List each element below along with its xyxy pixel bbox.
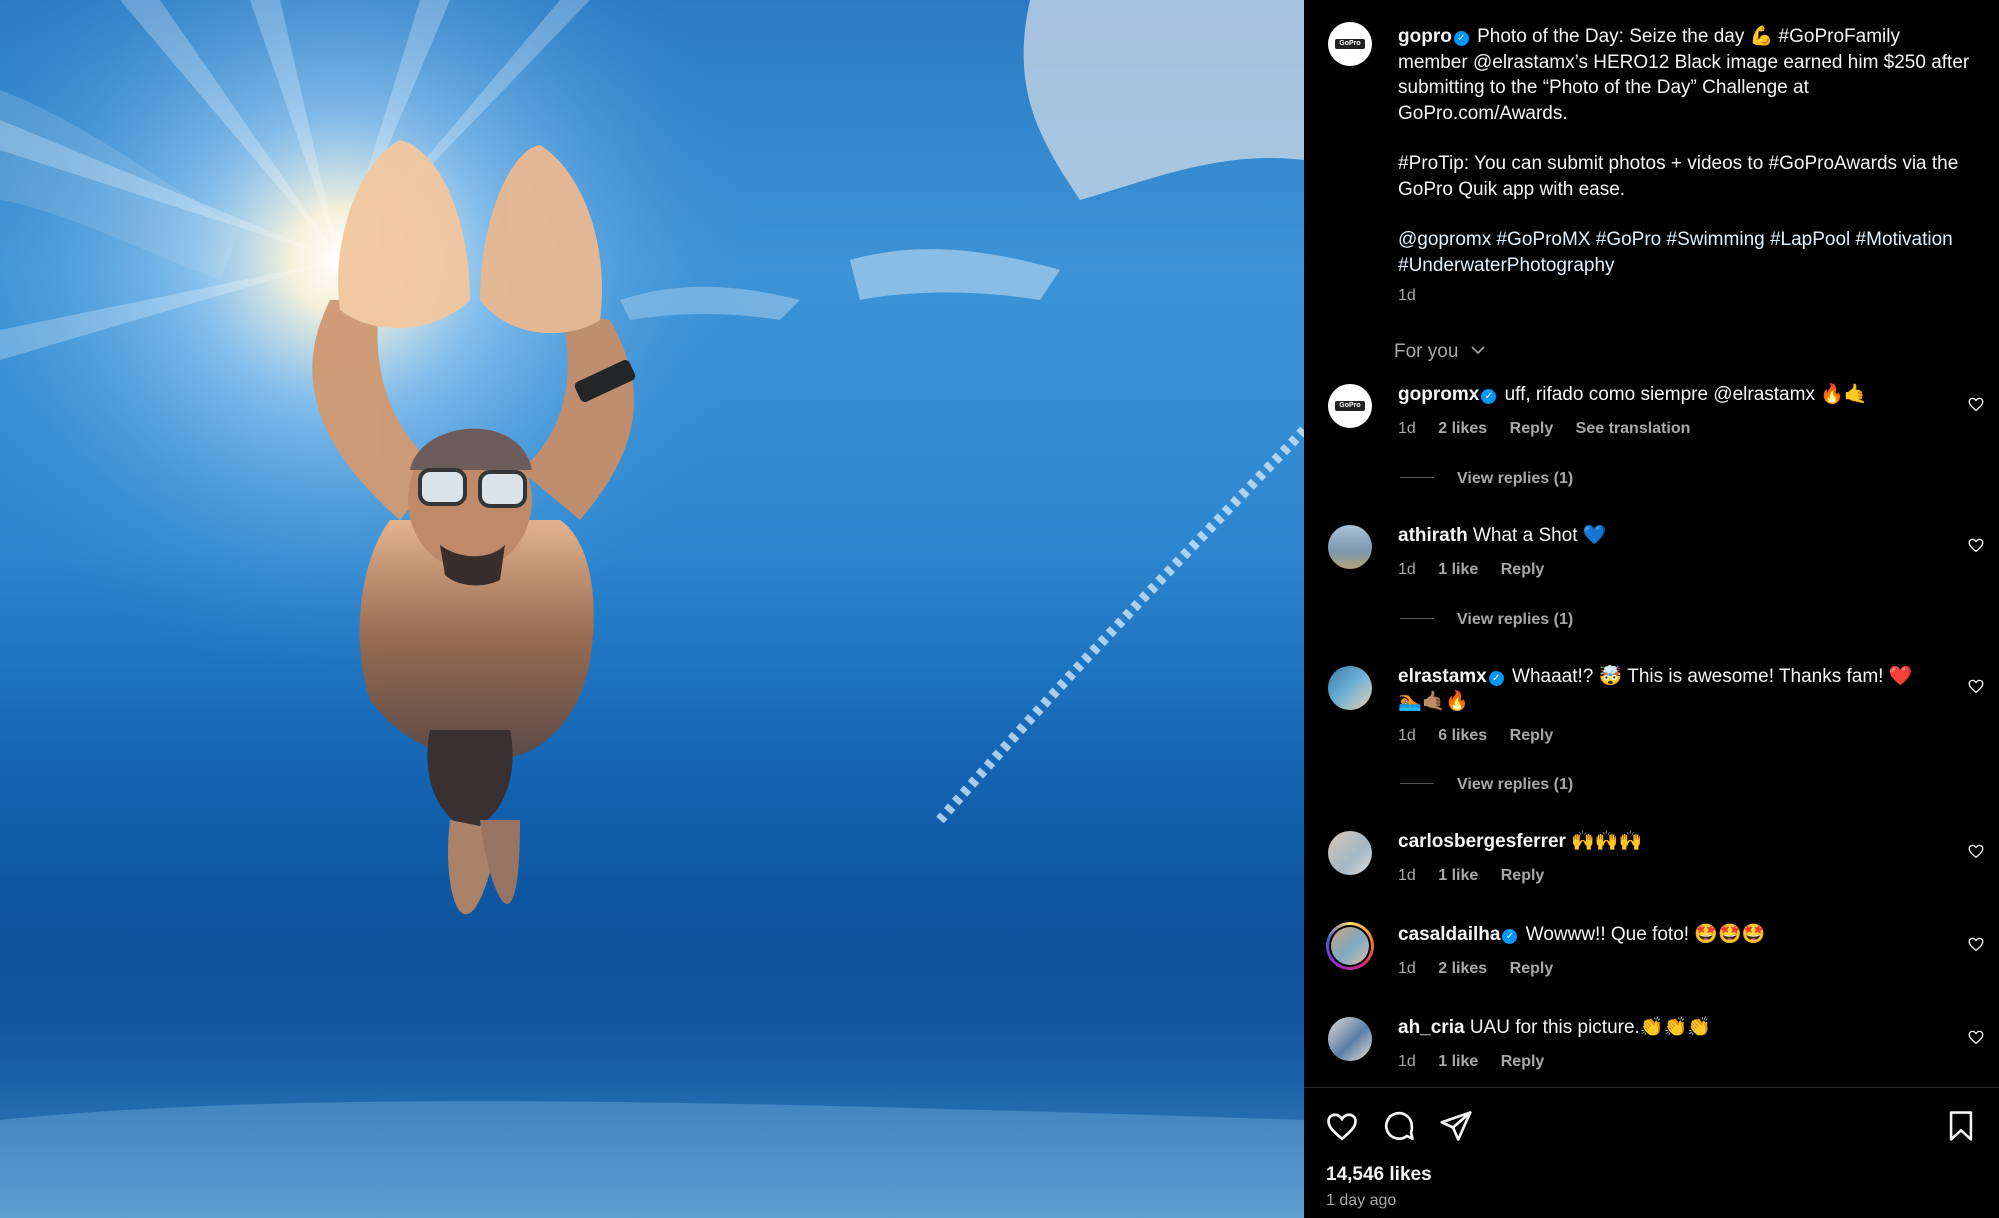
heart-icon[interactable] [1967,536,1985,554]
view-replies-button[interactable]: View replies (1) [1400,470,1573,488]
athirath-avatar[interactable] [1328,525,1372,569]
comment-text: uff, rifado como siempre @elrastamx 🔥🤙 [1504,384,1868,405]
ah-cria-avatar[interactable] [1328,1017,1372,1061]
verified-badge-icon: ✓ [1488,671,1504,686]
verified-badge-icon: ✓ [1481,389,1497,404]
gopromx-avatar[interactable]: GoPro [1328,384,1372,428]
caption-paragraph-1: Photo of the Day: Seize the day 💪 #GoPro… [1398,26,1970,124]
gopro-logo: GoPro [1335,401,1365,411]
comment-username[interactable]: ah_cria [1398,1017,1465,1038]
see-translation-button[interactable]: See translation [1576,420,1691,437]
gopro-logo: GoPro [1335,39,1365,49]
replies-divider [1400,618,1434,619]
reply-button[interactable]: Reply [1510,727,1554,744]
bookmark-icon[interactable] [1944,1108,1978,1144]
reply-button[interactable]: Reply [1510,420,1554,437]
comment-username[interactable]: carlosbergesferrer [1398,831,1566,852]
caption-paragraph-2: #ProTip: You can submit photos + videos … [1398,153,1959,200]
heart-icon[interactable] [1967,935,1985,953]
replies-divider [1400,783,1434,784]
reply-button[interactable]: Reply [1510,960,1554,977]
chevron-down-icon [1471,346,1485,355]
post-caption: gopro ✓ Photo of the Day: Seize the day 💪… [1398,24,1973,278]
comment-time: 1d [1398,1053,1416,1070]
comment-text: What a Shot 💙 [1472,525,1607,546]
comment-text: UAU for this picture.👏👏👏 [1469,1017,1711,1038]
comment-likes[interactable]: 1 like [1438,867,1478,884]
actions-divider [1304,1087,1999,1088]
comment-text: Wowww!! Que foto! 🤩🤩🤩 [1525,924,1766,945]
comment-time: 1d [1398,727,1416,744]
comment-icon[interactable] [1381,1108,1417,1144]
heart-icon[interactable] [1967,677,1985,695]
view-replies-label: View replies (1) [1457,470,1574,487]
comment-time: 1d [1398,960,1416,977]
heart-icon[interactable] [1324,1108,1360,1144]
comment-sort-label: For you [1394,341,1459,362]
comment-likes[interactable]: 6 likes [1438,727,1487,744]
comment-likes[interactable]: 2 likes [1438,960,1487,977]
post-time-ago: 1 day ago [1326,1192,1397,1209]
verified-badge-icon: ✓ [1453,31,1469,46]
comment-username[interactable]: gopromx [1398,384,1479,405]
post-likes-count[interactable]: 14,546 likes [1326,1164,1432,1186]
elrastamx-avatar[interactable] [1328,666,1372,710]
post-author-username[interactable]: gopro [1398,26,1452,47]
replies-divider [1400,477,1434,478]
verified-badge-icon: ✓ [1502,929,1518,944]
view-replies-button[interactable]: View replies (1) [1400,776,1573,794]
comment-sort-dropdown[interactable]: For you [1394,341,1486,363]
view-replies-label: View replies (1) [1457,776,1574,793]
comment-time: 1d [1398,561,1416,578]
comment-username[interactable]: casaldailha [1398,924,1500,945]
view-replies-label: View replies (1) [1457,611,1574,628]
comment-time: 1d [1398,867,1416,884]
underwater-swimmer-photo [0,0,1304,1218]
casaldailha-avatar [1331,927,1369,965]
heart-icon[interactable] [1967,395,1985,413]
view-replies-button[interactable]: View replies (1) [1400,611,1573,629]
caption-time: 1d [1398,287,1416,304]
comment-username[interactable]: athirath [1398,525,1468,546]
reply-button[interactable]: Reply [1501,867,1545,884]
comment-username[interactable]: elrastamx [1398,666,1487,687]
send-icon[interactable] [1438,1108,1474,1144]
gopro-avatar[interactable]: GoPro [1328,22,1372,66]
post-photo[interactable] [0,0,1304,1218]
comment-likes[interactable]: 1 like [1438,561,1478,578]
comment-likes[interactable]: 2 likes [1438,420,1487,437]
reply-button[interactable]: Reply [1501,1053,1545,1070]
casaldailha-story-ring[interactable] [1326,922,1374,970]
caption-paragraph-3: @gopromx #GoProMX #GoPro #Swimming #LapP… [1398,229,1953,276]
comment-time: 1d [1398,420,1416,437]
comment-text: 🙌🙌🙌 [1571,831,1643,852]
comment-likes[interactable]: 1 like [1438,1053,1478,1070]
post-detail-panel: GoPro gopro ✓ Photo of the Day: Seize the… [1304,0,1999,1218]
reply-button[interactable]: Reply [1501,561,1545,578]
carlosbergesferrer-avatar[interactable] [1328,831,1372,875]
heart-icon[interactable] [1967,842,1985,860]
heart-icon[interactable] [1967,1028,1985,1046]
